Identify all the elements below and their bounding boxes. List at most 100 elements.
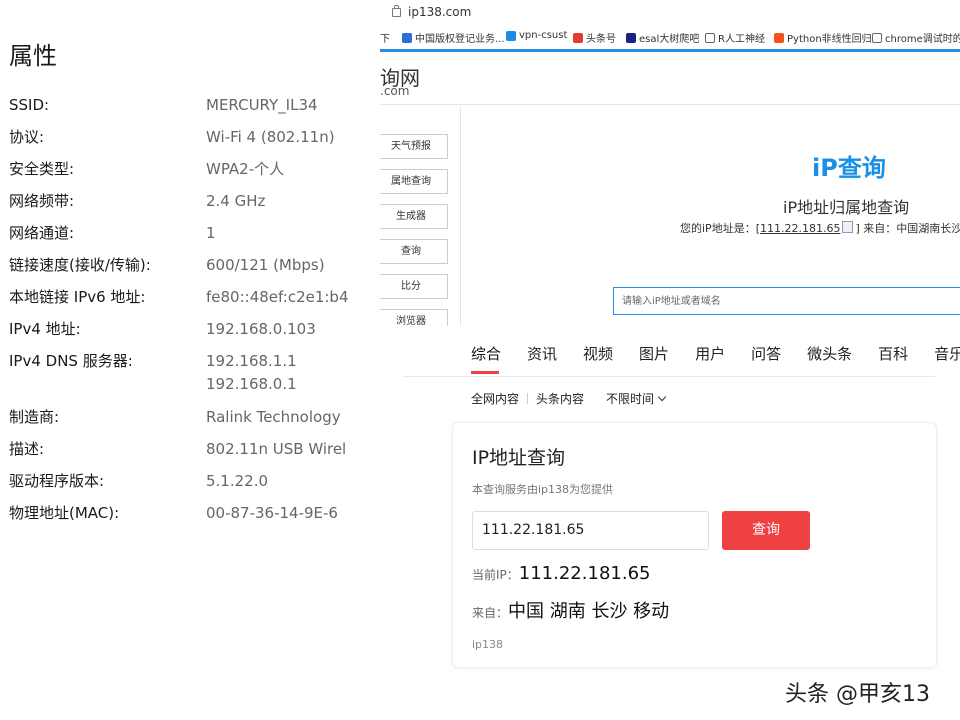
bookmark-label: 下 [380, 34, 390, 45]
tab-encyclopedia[interactable]: 百科 [878, 343, 908, 364]
copyright-icon [402, 32, 412, 43]
watermark: 头条 @甲亥13 [785, 682, 930, 707]
bookmark-item[interactable]: R人工神经 [705, 30, 765, 45]
prop-value: 600/121 (Mbps) [206, 256, 325, 274]
prop-label: IPv4 地址: [9, 320, 81, 338]
bookmarks-bar: 下 中国版权登记业务... vpn-csust 头条号 esal大树爬吧 R人工… [380, 27, 960, 47]
prop-label: 链接速度(接收/传输): [9, 256, 151, 274]
bookmark-item[interactable]: vpn-csust [506, 30, 567, 41]
from-label: 来自： [472, 606, 509, 620]
bookmark-label: chrome调试时的 [885, 34, 960, 45]
prop-value: 192.168.0.103 [206, 320, 316, 338]
your-ip-link[interactable]: 111.22.181.65 [760, 222, 840, 235]
prop-label: 制造商: [9, 408, 60, 426]
card-title[interactable]: IP地址查询 [472, 443, 565, 470]
ip-input[interactable]: 111.22.181.65 [472, 511, 709, 550]
side-menu-item[interactable]: 查询 [380, 239, 448, 264]
c-logo-icon [774, 32, 784, 43]
divider [380, 104, 960, 105]
browser-window: ip138.com 下 中国版权登记业务... vpn-csust 头条号 es… [380, 0, 960, 326]
your-ip-line: 您的iP地址是：[111.22.181.65 ] 来自：中国湖南长沙 [680, 220, 960, 236]
bookmark-label: Python非线性回归 [787, 34, 872, 45]
prop-value: fe80::48ef:c2e1:b4 [206, 288, 349, 306]
your-ip-suffix: ] 来自：中国湖南长沙 [855, 222, 960, 235]
properties-title: 属性 [9, 42, 57, 70]
tab-video[interactable]: 视频 [583, 343, 613, 364]
side-menu-item[interactable]: 天气预报 [380, 134, 448, 159]
bookmark-item[interactable]: esal大树爬吧 [626, 30, 699, 45]
site-logo-domain: .com [380, 84, 410, 98]
url-text[interactable]: ip138.com [408, 5, 471, 19]
prop-value: Ralink Technology [206, 408, 341, 426]
prop-value: Wi-Fi 4 (802.11n) [206, 128, 335, 146]
prop-label: 协议: [9, 128, 45, 146]
chevron-down-icon [657, 392, 667, 402]
filter-time-dropdown[interactable]: 不限时间 [606, 390, 667, 407]
bookmark-item[interactable]: Python非线性回归 [774, 30, 872, 45]
prop-value: WPA2-个人 [206, 160, 285, 178]
bookmark-label: R人工神经 [718, 34, 765, 45]
ip-query-input[interactable]: 请输入iP地址或者域名 [613, 287, 960, 315]
search-tabs: 综合 资讯 视频 图片 用户 问答 微头条 百科 音乐 [471, 343, 960, 364]
card-source[interactable]: ip138 [472, 638, 503, 651]
paw-icon [626, 32, 636, 43]
tab-users[interactable]: 用户 [695, 343, 725, 364]
prop-value: 192.168.1.1 [206, 352, 297, 370]
prop-row-dns: IPv4 DNS 服务器: 192.168.1.1 192.168.0.1 [9, 350, 380, 396]
bookmark-item[interactable]: 下 [380, 30, 390, 45]
prop-label: 描述: [9, 440, 45, 458]
bookmark-item[interactable]: chrome调试时的 [872, 30, 960, 45]
toutiao-icon [573, 32, 583, 43]
bookmark-label: 中国版权登记业务... [415, 34, 505, 45]
prop-label: 驱动程序版本: [9, 472, 105, 490]
tab-news[interactable]: 资讯 [527, 343, 557, 364]
current-ip-value: 111.22.181.65 [518, 563, 651, 584]
prop-label: 物理地址(MAC): [9, 504, 120, 522]
bookmark-icon [872, 32, 882, 43]
current-ip-result: 当前IP：111.22.181.65 [472, 563, 650, 584]
prop-label: 网络通道: [9, 224, 75, 242]
prop-label: SSID: [9, 96, 50, 114]
tab-images[interactable]: 图片 [639, 343, 669, 364]
prop-label: 本地链接 IPv6 地址: [9, 288, 146, 306]
address-bar[interactable]: ip138.com [380, 0, 960, 27]
prop-value: 00-87-36-14-9E-6 [206, 504, 338, 522]
active-tab-indicator [471, 371, 499, 374]
side-menu-item[interactable]: 生成器 [380, 204, 448, 229]
query-button[interactable]: 查询 [722, 511, 810, 550]
tab-comprehensive[interactable]: 综合 [471, 343, 501, 364]
bookmark-label: esal大树爬吧 [639, 34, 700, 45]
prop-value: 2.4 GHz [206, 192, 266, 210]
filter-separator [527, 393, 529, 404]
ip-lookup-card: IP地址查询 本查询服务由ip138为您提供 111.22.181.65 查询 … [452, 422, 937, 668]
search-results-panel: 综合 资讯 视频 图片 用户 问答 微头条 百科 音乐 全网内容 头条内容 不限… [403, 326, 960, 720]
side-menu: 天气预报 属地查询 生成器 查询 比分 浏览器 [380, 108, 461, 326]
your-ip-prefix: 您的iP地址是：[ [680, 222, 760, 235]
ip-query-title: iP查询 [812, 154, 886, 182]
header-accent-line [380, 49, 960, 52]
prop-label: 网络频带: [9, 192, 75, 210]
filter-all-content[interactable]: 全网内容 [471, 390, 519, 407]
divider [403, 376, 935, 377]
bookmark-item[interactable]: 中国版权登记业务... [402, 30, 505, 45]
prop-value: 802.11n USB Wirel [206, 440, 347, 458]
tab-micro-posts[interactable]: 微头条 [807, 343, 852, 364]
vpn-icon [506, 30, 516, 41]
side-menu-item[interactable]: 比分 [380, 274, 448, 299]
prop-label: 安全类型: [9, 160, 75, 178]
side-menu-item[interactable]: 属地查询 [380, 169, 448, 194]
tab-qa[interactable]: 问答 [751, 343, 781, 364]
tab-music[interactable]: 音乐 [934, 343, 960, 364]
side-menu-item[interactable]: 浏览器 [380, 309, 448, 326]
from-value: 中国 湖南 长沙 移动 [508, 601, 670, 622]
search-filters: 全网内容 头条内容 不限时间 [471, 390, 667, 407]
bookmark-item[interactable]: 头条号 [573, 30, 616, 45]
prop-value: 5.1.22.0 [206, 472, 269, 490]
broken-image-icon [842, 221, 854, 233]
card-subtitle: 本查询服务由ip138为您提供 [472, 483, 614, 496]
bookmark-icon [705, 32, 715, 43]
bookmark-label: vpn-csust [519, 30, 568, 41]
filter-time-label: 不限时间 [606, 392, 655, 406]
lock-icon [392, 5, 401, 17]
filter-toutiao-content[interactable]: 头条内容 [536, 390, 584, 407]
